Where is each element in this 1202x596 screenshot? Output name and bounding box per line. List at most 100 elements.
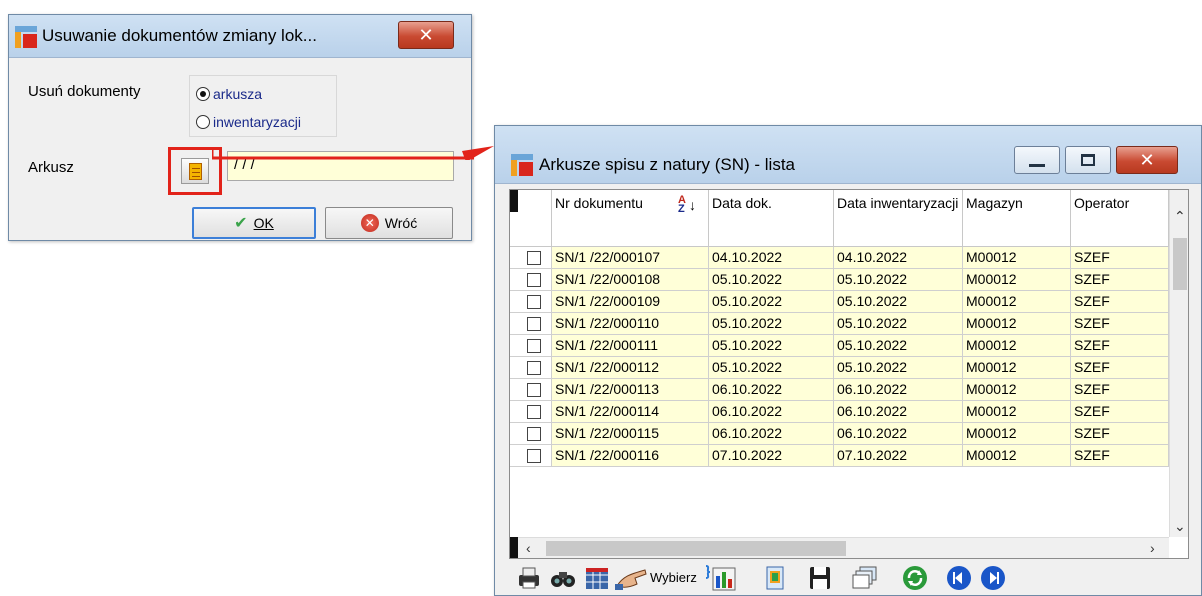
pointing-hand-icon[interactable] bbox=[615, 564, 649, 592]
table-cell: SN/1 /22/000111 bbox=[552, 335, 709, 357]
radio-unselected-icon bbox=[196, 115, 210, 129]
app-icon bbox=[511, 154, 533, 176]
wybierz-label[interactable]: Wybierz bbox=[650, 570, 697, 585]
row-select-cell bbox=[510, 313, 552, 335]
column-header-data-dok[interactable]: Data dok. bbox=[709, 190, 834, 247]
column-header-data-inw[interactable]: Data inwentaryzacji bbox=[834, 190, 963, 247]
app-icon bbox=[15, 26, 37, 48]
table-row[interactable]: SN/1 /22/000108 05.10.2022 05.10.2022 M0001… bbox=[510, 269, 1169, 291]
back-button[interactable]: ✕ Wróć bbox=[325, 207, 453, 239]
vertical-scrollbar[interactable]: ⌃ ⌄ bbox=[1169, 190, 1188, 537]
row-checkbox[interactable] bbox=[527, 317, 541, 331]
table-cell: SN/1 /22/000107 bbox=[552, 247, 709, 269]
table-cell: M00012 bbox=[963, 379, 1071, 401]
table-cell: SZEF bbox=[1071, 247, 1169, 269]
radio-arkusza[interactable]: arkusza bbox=[196, 86, 262, 102]
row-marker-bottom bbox=[510, 537, 518, 558]
bottom-toolbar: Wybierz bbox=[509, 561, 1189, 595]
table-cell: SZEF bbox=[1071, 423, 1169, 445]
column-header-operator[interactable]: Operator bbox=[1071, 190, 1169, 247]
row-checkbox[interactable] bbox=[527, 339, 541, 353]
documents-table: Nr dokumentu AZ ↓ Data dok. Data inwenta… bbox=[509, 189, 1189, 559]
maximize-button[interactable] bbox=[1065, 146, 1111, 174]
table-row[interactable]: SN/1 /22/000109 05.10.2022 05.10.2022 M0001… bbox=[510, 291, 1169, 313]
row-checkbox[interactable] bbox=[527, 251, 541, 265]
table-cell: 06.10.2022 bbox=[834, 379, 963, 401]
sort-arrow-icon: ↓ bbox=[689, 197, 696, 213]
table-cell: M00012 bbox=[963, 335, 1071, 357]
list-title: Arkusze spisu z natury (SN) - lista bbox=[539, 155, 796, 174]
table-row[interactable]: SN/1 /22/000107 04.10.2022 04.10.2022 M0001… bbox=[510, 247, 1169, 269]
row-checkbox[interactable] bbox=[527, 361, 541, 375]
row-checkbox[interactable] bbox=[527, 273, 541, 287]
close-icon: ✕ bbox=[418, 24, 434, 45]
table-row[interactable]: SN/1 /22/000115 06.10.2022 06.10.2022 M0001… bbox=[510, 423, 1169, 445]
table-cell: 04.10.2022 bbox=[709, 247, 834, 269]
column-header-nr[interactable]: Nr dokumentu AZ ↓ bbox=[552, 190, 709, 247]
table-cell: 06.10.2022 bbox=[709, 379, 834, 401]
table-cell: SN/1 /22/000108 bbox=[552, 269, 709, 291]
scroll-left-icon[interactable]: ‹ bbox=[526, 540, 531, 556]
table-row[interactable]: SN/1 /22/000112 05.10.2022 05.10.2022 M0001… bbox=[510, 357, 1169, 379]
table-row[interactable]: SN/1 /22/000114 06.10.2022 06.10.2022 M0001… bbox=[510, 401, 1169, 423]
table-cell: SZEF bbox=[1071, 401, 1169, 423]
back-label: Wróć bbox=[384, 215, 418, 231]
row-checkbox[interactable] bbox=[527, 449, 541, 463]
minimize-button[interactable] bbox=[1014, 146, 1060, 174]
sort-az-icon: AZ bbox=[678, 194, 686, 215]
pick-sheet-button[interactable] bbox=[181, 158, 209, 184]
table-cell: 06.10.2022 bbox=[834, 423, 963, 445]
list-titlebar: Arkusze spisu z natury (SN) - lista ✕ bbox=[495, 126, 1201, 184]
sheet-list-window: Arkusze spisu z natury (SN) - lista ✕ Nr… bbox=[494, 125, 1202, 596]
horizontal-scrollbar[interactable]: ‹ › bbox=[518, 537, 1169, 558]
windows-icon[interactable] bbox=[851, 564, 879, 592]
table-cell: SZEF bbox=[1071, 445, 1169, 467]
row-select-cell bbox=[510, 269, 552, 291]
row-checkbox[interactable] bbox=[527, 427, 541, 441]
table-cell: M00012 bbox=[963, 269, 1071, 291]
column-header-magazyn[interactable]: Magazyn bbox=[963, 190, 1071, 247]
table-row[interactable]: SN/1 /22/000113 06.10.2022 06.10.2022 M0001… bbox=[510, 379, 1169, 401]
scroll-right-icon[interactable]: › bbox=[1150, 540, 1155, 556]
chart-icon[interactable] bbox=[703, 564, 737, 592]
print-icon[interactable] bbox=[515, 564, 543, 592]
table-cell: SN/1 /22/000112 bbox=[552, 357, 709, 379]
maximize-icon bbox=[1081, 154, 1095, 166]
row-select-cell bbox=[510, 335, 552, 357]
table-cell: SZEF bbox=[1071, 379, 1169, 401]
table-cell: SN/1 /22/000113 bbox=[552, 379, 709, 401]
table-cell: 07.10.2022 bbox=[834, 445, 963, 467]
table-cell: 06.10.2022 bbox=[709, 401, 834, 423]
row-select-cell bbox=[510, 379, 552, 401]
table-cell: SN/1 /22/000114 bbox=[552, 401, 709, 423]
table-cell: SZEF bbox=[1071, 357, 1169, 379]
row-checkbox[interactable] bbox=[527, 405, 541, 419]
table-cell: M00012 bbox=[963, 401, 1071, 423]
close-button[interactable]: ✕ bbox=[398, 21, 454, 49]
table-cell: 05.10.2022 bbox=[834, 335, 963, 357]
table-row[interactable]: SN/1 /22/000111 05.10.2022 05.10.2022 M0001… bbox=[510, 335, 1169, 357]
binoculars-icon[interactable] bbox=[549, 564, 577, 592]
table-cell: SZEF bbox=[1071, 335, 1169, 357]
scroll-down-icon[interactable]: ⌄ bbox=[1174, 518, 1186, 535]
table-row[interactable]: SN/1 /22/000116 07.10.2022 07.10.2022 M0001… bbox=[510, 445, 1169, 467]
table-cell: SN/1 /22/000110 bbox=[552, 313, 709, 335]
row-checkbox[interactable] bbox=[527, 383, 541, 397]
next-icon[interactable] bbox=[979, 564, 1007, 592]
document-icon[interactable] bbox=[761, 564, 789, 592]
calendar-grid-icon[interactable] bbox=[583, 564, 611, 592]
table-row[interactable]: SN/1 /22/000110 05.10.2022 05.10.2022 M0001… bbox=[510, 313, 1169, 335]
table-cell: 05.10.2022 bbox=[834, 357, 963, 379]
ok-button[interactable]: ✔ OK bbox=[192, 207, 316, 239]
save-icon[interactable] bbox=[806, 564, 834, 592]
vertical-scroll-thumb[interactable] bbox=[1173, 238, 1187, 290]
window-close-button[interactable]: ✕ bbox=[1116, 146, 1178, 174]
prev-icon[interactable] bbox=[945, 564, 973, 592]
row-select-cell bbox=[510, 401, 552, 423]
row-select-cell bbox=[510, 357, 552, 379]
ok-label: OK bbox=[253, 215, 274, 231]
row-checkbox[interactable] bbox=[527, 295, 541, 309]
scroll-up-icon[interactable]: ⌃ bbox=[1174, 208, 1186, 225]
horizontal-scroll-thumb[interactable] bbox=[546, 541, 846, 556]
refresh-icon[interactable] bbox=[901, 564, 929, 592]
